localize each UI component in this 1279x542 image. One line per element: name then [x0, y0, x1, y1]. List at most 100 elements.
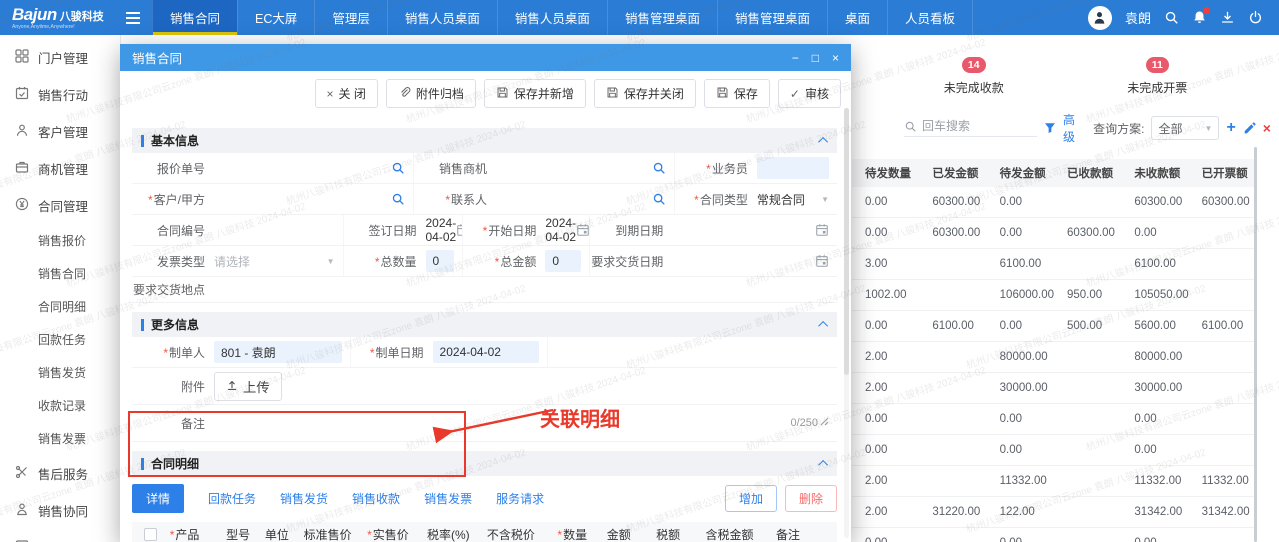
collapse-chevron-icon[interactable] — [818, 460, 828, 470]
search-box[interactable] — [904, 119, 1037, 137]
search-icon[interactable] — [652, 161, 666, 175]
add-row-button[interactable]: 增加 — [725, 485, 777, 512]
field-highlight[interactable] — [757, 157, 829, 179]
maximize-icon[interactable]: □ — [812, 52, 819, 64]
table-scrollbar[interactable] — [1254, 147, 1257, 542]
toolbar-button-2[interactable]: 保存并新增 — [484, 79, 586, 108]
nav-tab-0[interactable]: 销售合同 — [152, 0, 237, 35]
sidebar-item-3[interactable]: 商机管理 — [0, 150, 120, 187]
nav-tab-1[interactable]: EC大屏 — [237, 0, 314, 35]
toolbar-button-3[interactable]: 保存并关闭 — [594, 79, 696, 108]
table-row[interactable]: 0.0060300.000.0060300.0060300.00 — [852, 187, 1256, 218]
advanced-search-link[interactable]: 高级 — [1063, 111, 1086, 145]
resize-handle-icon[interactable] — [820, 417, 829, 429]
field-highlight[interactable]: 0 — [426, 250, 455, 272]
search-icon[interactable] — [391, 192, 405, 206]
field-value[interactable]: 2024-04-02 — [433, 341, 539, 363]
modal-scrollbar[interactable] — [844, 108, 849, 538]
sidebar-subitem-4-6[interactable]: 销售发票 — [0, 422, 120, 455]
toolbar-button-1[interactable]: 附件归档 — [386, 79, 476, 108]
field-search[interactable] — [496, 161, 666, 175]
field-select[interactable]: 请选择▼ — [214, 253, 335, 270]
query-plan-select[interactable]: 全部 ▼ — [1151, 116, 1219, 140]
summary-column-header[interactable]: 未收款额 — [1121, 159, 1188, 187]
search-icon[interactable] — [652, 192, 666, 206]
chevron-down-icon[interactable]: ▼ — [821, 195, 829, 204]
delete-row-button[interactable]: 删除 — [785, 485, 837, 512]
table-row[interactable]: 0.000.000.00 — [852, 404, 1256, 435]
field-date[interactable]: 2024-04-02 — [426, 216, 455, 244]
calendar-icon[interactable] — [815, 223, 829, 237]
calendar-icon[interactable] — [576, 223, 590, 237]
table-row[interactable]: 0.000.000.00 — [852, 435, 1256, 466]
nav-tab-6[interactable]: 销售管理桌面 — [717, 0, 827, 35]
nav-tab-5[interactable]: 销售管理桌面 — [607, 0, 717, 35]
power-icon[interactable] — [1248, 10, 1263, 25]
field-date[interactable]: 2024-04-02 — [545, 216, 581, 244]
sidebar-subitem-4-1[interactable]: 销售合同 — [0, 257, 120, 290]
field-value[interactable]: 0 — [545, 250, 581, 272]
field-search[interactable] — [214, 192, 405, 206]
close-icon[interactable]: × — [832, 52, 839, 64]
sidebar-subitem-4-2[interactable]: 合同明细 — [0, 290, 120, 323]
sidebar-item-5[interactable]: 售后服务 — [0, 455, 120, 492]
filter-funnel-icon[interactable] — [1044, 122, 1056, 134]
calendar-icon[interactable] — [456, 223, 463, 237]
notification-bell-icon[interactable] — [1192, 10, 1207, 25]
detail-tab-4[interactable]: 销售发票 — [424, 490, 472, 507]
download-icon[interactable] — [1220, 10, 1235, 25]
minimize-icon[interactable]: − — [792, 52, 799, 64]
sidebar-subitem-4-5[interactable]: 收款记录 — [0, 389, 120, 422]
field-value[interactable]: 0 — [426, 250, 455, 272]
calendar-icon[interactable] — [815, 254, 829, 268]
detail-tab-1[interactable]: 回款任务 — [208, 490, 256, 507]
table-row[interactable]: 2.0031220.00122.0031342.0031342.00 — [852, 497, 1256, 528]
sidebar-item-0[interactable]: 门户管理 — [0, 39, 120, 76]
table-row[interactable]: 2.0030000.0030000.00 — [852, 373, 1256, 404]
toolbar-button-0[interactable]: ×关 闭 — [315, 79, 378, 108]
chevron-down-icon[interactable]: ▼ — [327, 257, 335, 266]
field-value[interactable]: 2024-04-02 — [426, 216, 457, 244]
field-value[interactable] — [757, 157, 829, 179]
table-row[interactable]: 0.006100.000.00500.005600.006100.00 — [852, 311, 1256, 342]
menu-toggle-icon[interactable] — [126, 0, 152, 35]
field-date[interactable] — [672, 254, 829, 268]
select-all-checkbox[interactable] — [144, 528, 157, 541]
stat-uninvoiced[interactable]: 11 未完成开票 — [1127, 57, 1187, 96]
nav-tab-4[interactable]: 销售人员桌面 — [497, 0, 607, 35]
sidebar-item-6[interactable]: 销售协同 — [0, 492, 120, 529]
table-row[interactable]: 2.0080000.0080000.00 — [852, 342, 1256, 373]
sidebar-subitem-4-0[interactable]: 销售报价 — [0, 224, 120, 257]
modal-titlebar[interactable]: 销售合同 − □ × — [120, 44, 851, 71]
table-row[interactable]: 3.006100.006100.00 — [852, 249, 1256, 280]
field-value[interactable]: 请选择 — [214, 253, 327, 270]
nav-tab-3[interactable]: 销售人员桌面 — [387, 0, 497, 35]
summary-column-header[interactable]: 已开票额 — [1189, 159, 1256, 187]
sidebar-item-1[interactable]: 销售行动 — [0, 76, 120, 113]
field-value[interactable]: 801 - 袁朗 — [214, 341, 342, 363]
field-search[interactable] — [214, 161, 405, 175]
detail-tab-3[interactable]: 销售收款 — [352, 490, 400, 507]
table-row[interactable]: 1002.00106000.00950.00105050.00 — [852, 280, 1256, 311]
search-icon[interactable] — [391, 161, 405, 175]
field-value[interactable]: 2024-04-02 — [545, 216, 576, 244]
field-highlight[interactable]: 801 - 袁朗 — [214, 341, 342, 363]
table-row[interactable]: 0.0060300.000.0060300.000.00 — [852, 218, 1256, 249]
field-search[interactable] — [496, 192, 666, 206]
sidebar-subitem-4-4[interactable]: 销售发货 — [0, 356, 120, 389]
search-input[interactable] — [922, 119, 1022, 133]
sidebar-subitem-4-3[interactable]: 回款任务 — [0, 323, 120, 356]
summary-column-header[interactable]: 已收款额 — [1054, 159, 1121, 187]
field-highlight[interactable]: 0 — [545, 250, 581, 272]
toolbar-button-5[interactable]: ✓审核 — [778, 79, 841, 108]
nav-tab-7[interactable]: 桌面 — [827, 0, 887, 35]
summary-column-header[interactable]: 待发数量 — [852, 159, 919, 187]
field-value[interactable]: 常规合同 — [757, 191, 821, 208]
search-icon[interactable] — [1164, 10, 1179, 25]
summary-column-header[interactable]: 已发金额 — [919, 159, 986, 187]
detail-tab-0[interactable]: 详情 — [132, 484, 184, 513]
field-select[interactable]: 常规合同▼ — [757, 191, 829, 208]
field-textarea[interactable]: 0/250 — [214, 417, 829, 429]
add-query-plan-icon[interactable]: + — [1226, 120, 1235, 136]
stat-uncollected[interactable]: 14 未完成收款 — [944, 57, 1004, 96]
